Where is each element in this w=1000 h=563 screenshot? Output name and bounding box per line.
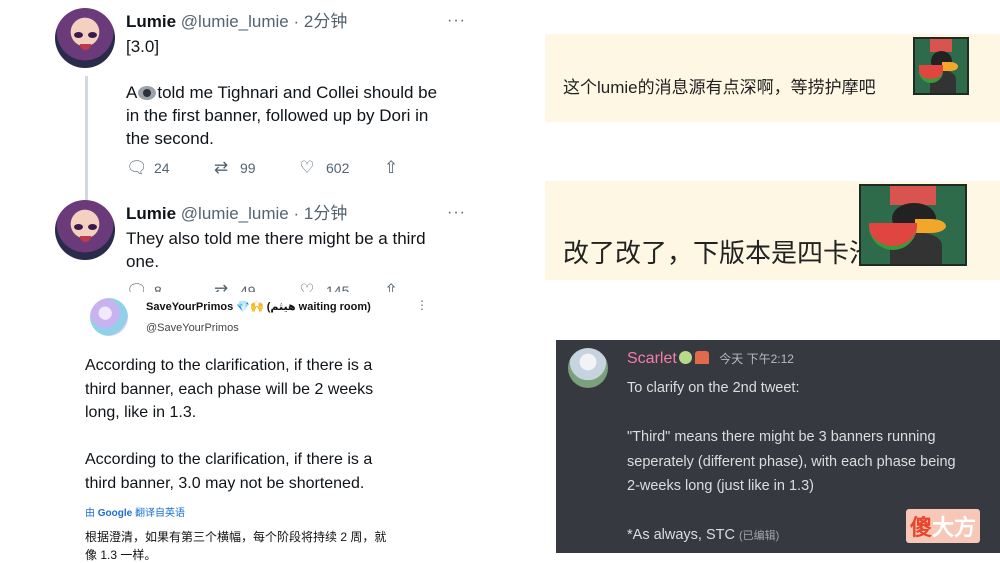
- author-handle[interactable]: @SaveYourPrimos: [146, 322, 239, 334]
- tweet-time[interactable]: · 1分钟: [294, 204, 348, 223]
- translated-by-link[interactable]: 由 Google 翻译自英语: [85, 504, 185, 519]
- edited-label: (已编辑): [739, 530, 780, 542]
- eye-emoji-icon: [138, 86, 157, 100]
- more-options-icon[interactable]: ···: [447, 204, 466, 222]
- tweet-line: [3.0]: [126, 37, 160, 56]
- retweet-icon: ⇄: [213, 158, 229, 177]
- share-button[interactable]: ⇧: [384, 158, 408, 178]
- tweet-line: They also told me there might be a third: [126, 229, 426, 248]
- heart-icon: ♡: [299, 158, 315, 177]
- reply-button[interactable]: 🗨 24: [126, 158, 212, 178]
- message-line: 2-weeks long (just like in 1.3): [627, 478, 814, 494]
- tweet-body: Lumie @lumie_lumie · 2分钟 ··· [3.0] Atold…: [126, 12, 466, 178]
- retweet-count: 99: [240, 160, 256, 176]
- reply-count: 24: [154, 160, 170, 176]
- message-header: Scarlet 今天 下午2:12: [627, 350, 794, 368]
- tweet-line: one.: [126, 252, 160, 271]
- saveyourprimos-tweet: SaveYourPrimos 💎🙌 (هيثم waiting room) @S…: [76, 292, 476, 563]
- melon-badge-icon: [678, 351, 692, 364]
- translation-text: 根据澄清，如果有第三个横幅，每个阶段将持续 2 周，就 像 1.3 一样。: [85, 528, 465, 563]
- chat-message: 这个lumie的消息源有点深啊，等捞护摩吧: [563, 78, 876, 97]
- watermark-logo: 傻大方: [906, 509, 981, 543]
- tweet-header: Lumie @lumie_lumie · 2分钟: [126, 12, 466, 32]
- author-name[interactable]: Scarlet: [627, 350, 677, 367]
- tweet-line: the second.: [126, 129, 214, 148]
- chat-bubble: 这个lumie的消息源有点深啊，等捞护摩吧: [545, 34, 1000, 122]
- tweet-header: Lumie @lumie_lumie · 1分钟: [126, 204, 466, 224]
- author-name[interactable]: Lumie: [126, 204, 176, 223]
- penguin-watermelon-sticker-icon: [859, 184, 967, 266]
- tweet-time[interactable]: · 2分钟: [294, 12, 348, 31]
- tweet-line: Atold me Tighnari and Collei should be: [126, 83, 438, 102]
- like-count: 602: [326, 160, 350, 176]
- avatar[interactable]: [568, 348, 608, 388]
- message-line: seperately (different phase), with each …: [627, 453, 956, 470]
- author-name[interactable]: Lumie: [126, 12, 176, 31]
- more-options-icon[interactable]: ···: [447, 12, 466, 30]
- translation-line: 根据澄清，如果有第三个横幅，每个阶段将持续 2 周，就: [85, 530, 387, 544]
- tweet-body: Lumie @lumie_lumie · 1分钟 ··· They also t…: [126, 204, 466, 301]
- like-button[interactable]: ♡ 602: [298, 158, 384, 178]
- tweet-text: [3.0] Atold me Tighnari and Collei shoul…: [126, 35, 466, 150]
- author-handle[interactable]: @lumie_lumie: [181, 12, 289, 31]
- message-timestamp: 今天 下午2:12: [719, 352, 794, 366]
- tweet-line: third banner, each phase will be 2 weeks: [85, 380, 374, 398]
- translation-line: 像 1.3 一样。: [85, 548, 157, 562]
- tweet-line: long, like in 1.3.: [85, 404, 197, 421]
- avatar[interactable]: [55, 200, 115, 260]
- google-logo: Google: [97, 508, 133, 519]
- avatar[interactable]: [55, 8, 115, 68]
- chat-message: 改了改了，下版本是四卡池: [563, 238, 876, 268]
- role-badge-icon: [694, 351, 709, 364]
- thread-line: [85, 76, 88, 200]
- author-handle[interactable]: @lumie_lumie: [181, 204, 289, 223]
- share-icon: ⇧: [384, 158, 399, 177]
- tweet-actions: 🗨 24 ⇄ 99 ♡ 602 ⇧: [126, 158, 466, 178]
- tweet-line: According to the clarification, if there…: [85, 451, 373, 468]
- avatar[interactable]: [90, 298, 128, 336]
- message-line: "Third" means there might be 3 banners r…: [627, 429, 936, 445]
- penguin-watermelon-sticker-icon: [913, 37, 969, 95]
- tweet-text: According to the clarification, if there…: [85, 354, 465, 495]
- message-line: To clarify on the 2nd tweet:: [627, 380, 800, 396]
- reply-icon: 🗨: [126, 158, 148, 177]
- tweet-line: in the first banner, followed up by Dori…: [126, 106, 429, 125]
- tweet-line: third banner, 3.0 may not be shortened.: [85, 474, 365, 492]
- translate-label: 翻译自英语: [135, 508, 186, 519]
- tweet-line: According to the clarification, if there…: [85, 357, 373, 374]
- translate-label: 由: [85, 508, 95, 519]
- more-options-icon[interactable]: ⋮: [416, 298, 428, 312]
- retweet-button[interactable]: ⇄ 99: [212, 158, 298, 178]
- tweet-text: They also told me there might be a third…: [126, 227, 466, 273]
- chat-bubble: 改了改了，下版本是四卡池: [545, 181, 1000, 280]
- author-name[interactable]: SaveYourPrimos 💎🙌 (هيثم waiting room): [146, 300, 371, 313]
